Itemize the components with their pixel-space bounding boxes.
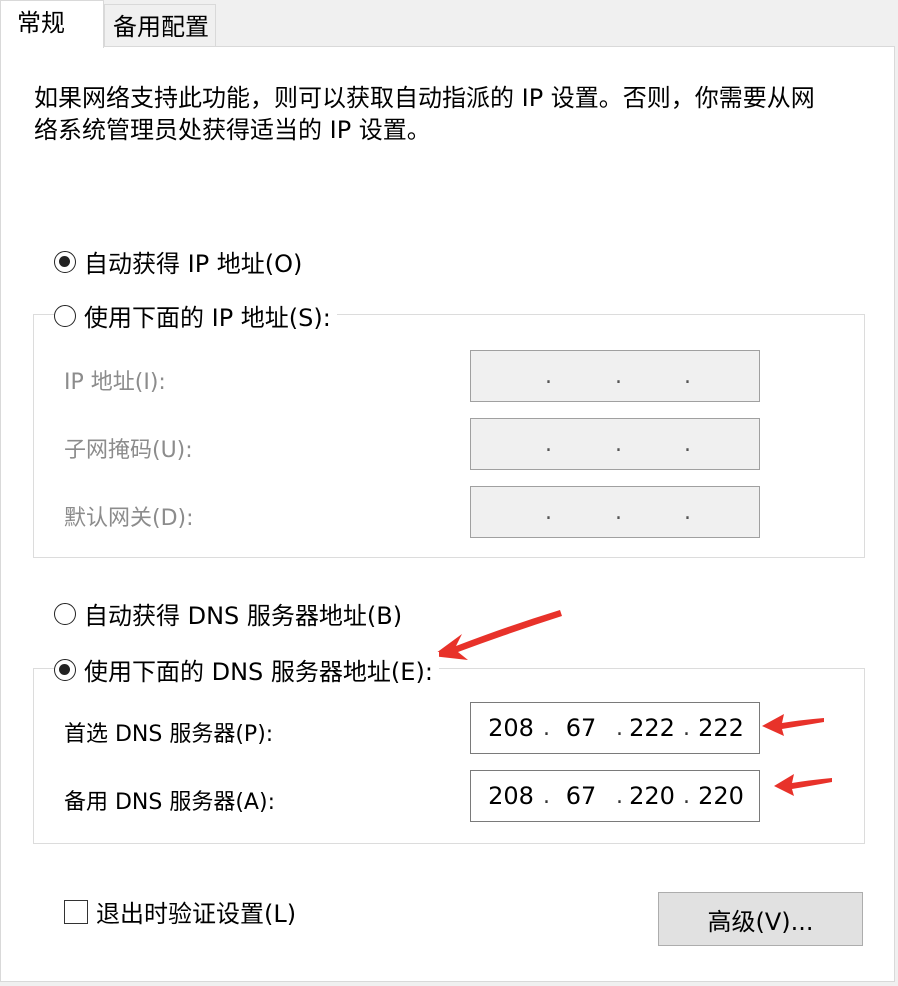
- annotation-arrow-icon: [432, 610, 562, 660]
- default-gateway-input[interactable]: . . .: [470, 486, 760, 538]
- octet-separator: .: [615, 499, 622, 525]
- radio-checked-icon: [54, 658, 76, 681]
- dns-octet: 208: [488, 782, 534, 810]
- tab-alternate-config[interactable]: 备用配置: [104, 4, 216, 46]
- ip-octet: [555, 487, 607, 537]
- octet-separator: .: [683, 715, 690, 741]
- auto-ip-radio[interactable]: 自动获得 IP 地址(O): [54, 244, 309, 279]
- dns-octet: 67: [565, 782, 597, 810]
- advanced-button[interactable]: 高级(V)...: [658, 892, 863, 946]
- dns-octet: 220: [629, 782, 675, 810]
- octet-separator: .: [543, 715, 550, 741]
- octet-separator: .: [545, 499, 552, 525]
- octet-separator: .: [616, 783, 623, 809]
- auto-ip-label: 自动获得 IP 地址(O): [84, 250, 303, 278]
- ip-octet: [555, 419, 607, 469]
- alternate-dns-input[interactable]: 208 . 67 . 220 . 220: [470, 770, 760, 822]
- dns-octet: 222: [629, 714, 675, 742]
- ip-octet: [625, 351, 677, 401]
- ip-octet: [479, 351, 531, 401]
- ip-octet: [695, 487, 747, 537]
- octet-separator: .: [543, 783, 550, 809]
- checkbox-unchecked-icon: [64, 899, 88, 924]
- octet-separator: .: [684, 431, 691, 457]
- tab-bar: 常规 备用配置: [0, 0, 898, 48]
- octet-separator: .: [615, 363, 622, 389]
- annotation-arrow-icon: [774, 774, 832, 796]
- ip-octet: [695, 419, 747, 469]
- octet-separator: .: [683, 783, 690, 809]
- radio-unchecked-icon: [54, 304, 76, 327]
- manual-dns-label: 使用下面的 DNS 服务器地址(E):: [84, 658, 433, 686]
- validate-on-exit-label: 退出时验证设置(L): [96, 900, 297, 928]
- subnet-mask-label: 子网掩码(U):: [64, 438, 193, 463]
- alternate-dns-label: 备用 DNS 服务器(A):: [64, 790, 275, 815]
- preferred-dns-input[interactable]: 208 . 67 . 222 . 222: [470, 702, 760, 754]
- octet-separator: .: [545, 431, 552, 457]
- annotation-arrow-icon: [762, 714, 824, 736]
- ip-octet: [479, 487, 531, 537]
- radio-checked-icon: [54, 250, 76, 273]
- subnet-mask-input[interactable]: . . .: [470, 418, 760, 470]
- dns-octet: 222: [698, 714, 744, 742]
- validate-on-exit-checkbox[interactable]: 退出时验证设置(L): [64, 894, 296, 929]
- manual-ip-label: 使用下面的 IP 地址(S):: [84, 304, 331, 332]
- ip-octet: [695, 351, 747, 401]
- ip-address-input[interactable]: . . .: [470, 350, 760, 402]
- ip-octet: [625, 487, 677, 537]
- ip-octet: [479, 419, 531, 469]
- dns-octet: 208: [488, 714, 534, 742]
- radio-unchecked-icon: [54, 602, 76, 625]
- octet-separator: .: [615, 431, 622, 457]
- octet-separator: .: [545, 363, 552, 389]
- tab-general[interactable]: 常规: [0, 0, 104, 48]
- manual-dns-radio[interactable]: 使用下面的 DNS 服务器地址(E):: [54, 652, 439, 687]
- ip-address-label: IP 地址(I):: [64, 370, 166, 395]
- dns-octet: 67: [565, 714, 597, 742]
- octet-separator: .: [684, 363, 691, 389]
- ip-octet: [625, 419, 677, 469]
- auto-dns-radio[interactable]: 自动获得 DNS 服务器地址(B): [54, 596, 409, 631]
- preferred-dns-label: 首选 DNS 服务器(P):: [64, 722, 274, 747]
- default-gateway-label: 默认网关(D):: [64, 506, 194, 531]
- auto-dns-label: 自动获得 DNS 服务器地址(B): [84, 602, 403, 630]
- dns-octet: 220: [698, 782, 744, 810]
- ip-octet: [555, 351, 607, 401]
- octet-separator: .: [616, 715, 623, 741]
- manual-ip-radio[interactable]: 使用下面的 IP 地址(S):: [54, 298, 337, 333]
- octet-separator: .: [684, 499, 691, 525]
- description-text: 如果网络支持此功能，则可以获取自动指派的 IP 设置。否则，你需要从网络系统管理…: [34, 84, 815, 144]
